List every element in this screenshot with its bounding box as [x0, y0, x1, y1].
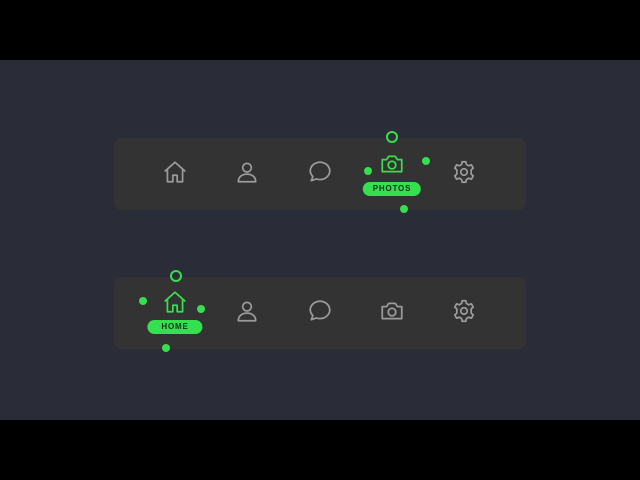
camera-icon [381, 302, 403, 320]
nav-item-settings[interactable] [444, 152, 484, 192]
nav-item-settings[interactable] [444, 291, 484, 331]
accent-dot [400, 205, 408, 213]
nav-item-photos[interactable] [372, 291, 412, 331]
gear-icon [453, 299, 475, 323]
nav-item-photos[interactable] [372, 144, 412, 184]
navbar-top: PHOTOS [114, 138, 526, 210]
nav-item-profile[interactable] [227, 152, 267, 192]
camera-icon [381, 155, 403, 173]
accent-dot [197, 305, 205, 313]
canvas: PHOTOS HOME [0, 60, 640, 420]
accent-dot [139, 297, 147, 305]
chat-icon [309, 300, 331, 321]
nav-item-home[interactable] [155, 282, 195, 322]
nav-item-profile[interactable] [227, 291, 267, 331]
active-tab-label: PHOTOS [362, 182, 422, 196]
navbar-bottom: HOME [114, 277, 526, 349]
nav-item-messages[interactable] [300, 291, 340, 331]
active-tab-label: HOME [147, 320, 203, 334]
nav-item-messages[interactable] [300, 152, 340, 192]
accent-dot [162, 344, 170, 352]
user-icon [237, 162, 257, 183]
accent-ring [386, 131, 398, 143]
accent-dot [422, 157, 430, 165]
chat-icon [309, 161, 331, 182]
gear-icon [453, 160, 475, 184]
accent-ring [170, 270, 182, 282]
nav-item-home[interactable] [155, 152, 195, 192]
user-icon [237, 301, 257, 322]
home-icon [164, 161, 186, 183]
accent-dot [364, 167, 372, 175]
home-icon [164, 291, 186, 313]
